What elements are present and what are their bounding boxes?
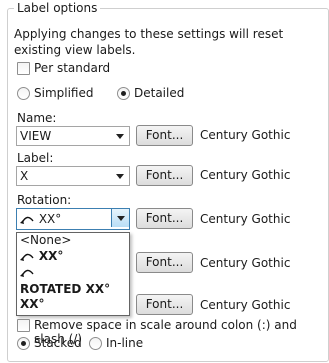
per-standard-checkbox[interactable] xyxy=(17,62,30,75)
row4-font-button[interactable]: Font... xyxy=(136,252,193,273)
chevron-down-icon xyxy=(116,174,124,179)
name-dropdown-value: VIEW xyxy=(20,129,52,143)
label-dropdown[interactable]: X xyxy=(16,166,130,186)
list-item-rotated-xx[interactable]: ROTATED XX° xyxy=(20,283,110,296)
list-item-label: XX° xyxy=(38,249,64,263)
name-label: Name: xyxy=(17,111,57,125)
stacked-label: Stacked xyxy=(34,336,82,350)
list-item-none[interactable]: <None> xyxy=(20,234,71,247)
label-dropdown-value: X xyxy=(20,169,29,183)
label-font-name: Century Gothic xyxy=(200,168,291,182)
group-title: Label options xyxy=(14,0,101,16)
chevron-down-icon xyxy=(116,134,124,139)
name-dropdown[interactable]: VIEW xyxy=(16,126,130,146)
detailed-radio[interactable] xyxy=(117,87,130,100)
label-font-button[interactable]: Font... xyxy=(136,165,193,186)
rotation-dropdown-value: XX° xyxy=(38,212,62,226)
inline-label: In-line xyxy=(106,336,144,350)
rotation-dropdown[interactable]: XX° xyxy=(16,208,130,230)
stacked-radio[interactable] xyxy=(17,337,30,350)
rotation-options-list: <None> XX° ROTATED XX° XX° xyxy=(16,232,130,316)
chevron-down-icon xyxy=(117,216,125,221)
rotation-arc-icon xyxy=(20,216,34,224)
row4-font-name: Century Gothic xyxy=(200,256,291,270)
remove-space-checkbox[interactable] xyxy=(17,319,30,332)
name-font-name: Century Gothic xyxy=(200,128,291,142)
simplified-radio[interactable] xyxy=(17,87,30,100)
list-item-arc-only[interactable] xyxy=(20,266,35,279)
rotation-font-name: Century Gothic xyxy=(200,212,291,226)
row5-font-button[interactable]: Font... xyxy=(136,294,193,315)
inline-radio[interactable] xyxy=(89,337,102,350)
rotation-dropdown-toggle[interactable] xyxy=(111,209,129,227)
detailed-label: Detailed xyxy=(134,86,185,100)
rotation-arc-icon xyxy=(20,269,34,277)
per-standard-label: Per standard xyxy=(34,61,111,75)
reset-warning-text: Applying changes to these settings will … xyxy=(14,27,284,57)
label-label: Label: xyxy=(17,151,54,165)
list-item-xx[interactable]: XX° xyxy=(20,298,45,311)
name-font-button[interactable]: Font... xyxy=(136,125,193,146)
simplified-label: Simplified xyxy=(34,86,94,100)
row5-font-name: Century Gothic xyxy=(200,298,291,312)
rotation-arc-icon xyxy=(20,253,34,261)
rotation-font-button[interactable]: Font... xyxy=(136,208,193,229)
list-item-rotated-arc[interactable]: XX° xyxy=(20,250,63,263)
rotation-label: Rotation: xyxy=(17,193,72,207)
